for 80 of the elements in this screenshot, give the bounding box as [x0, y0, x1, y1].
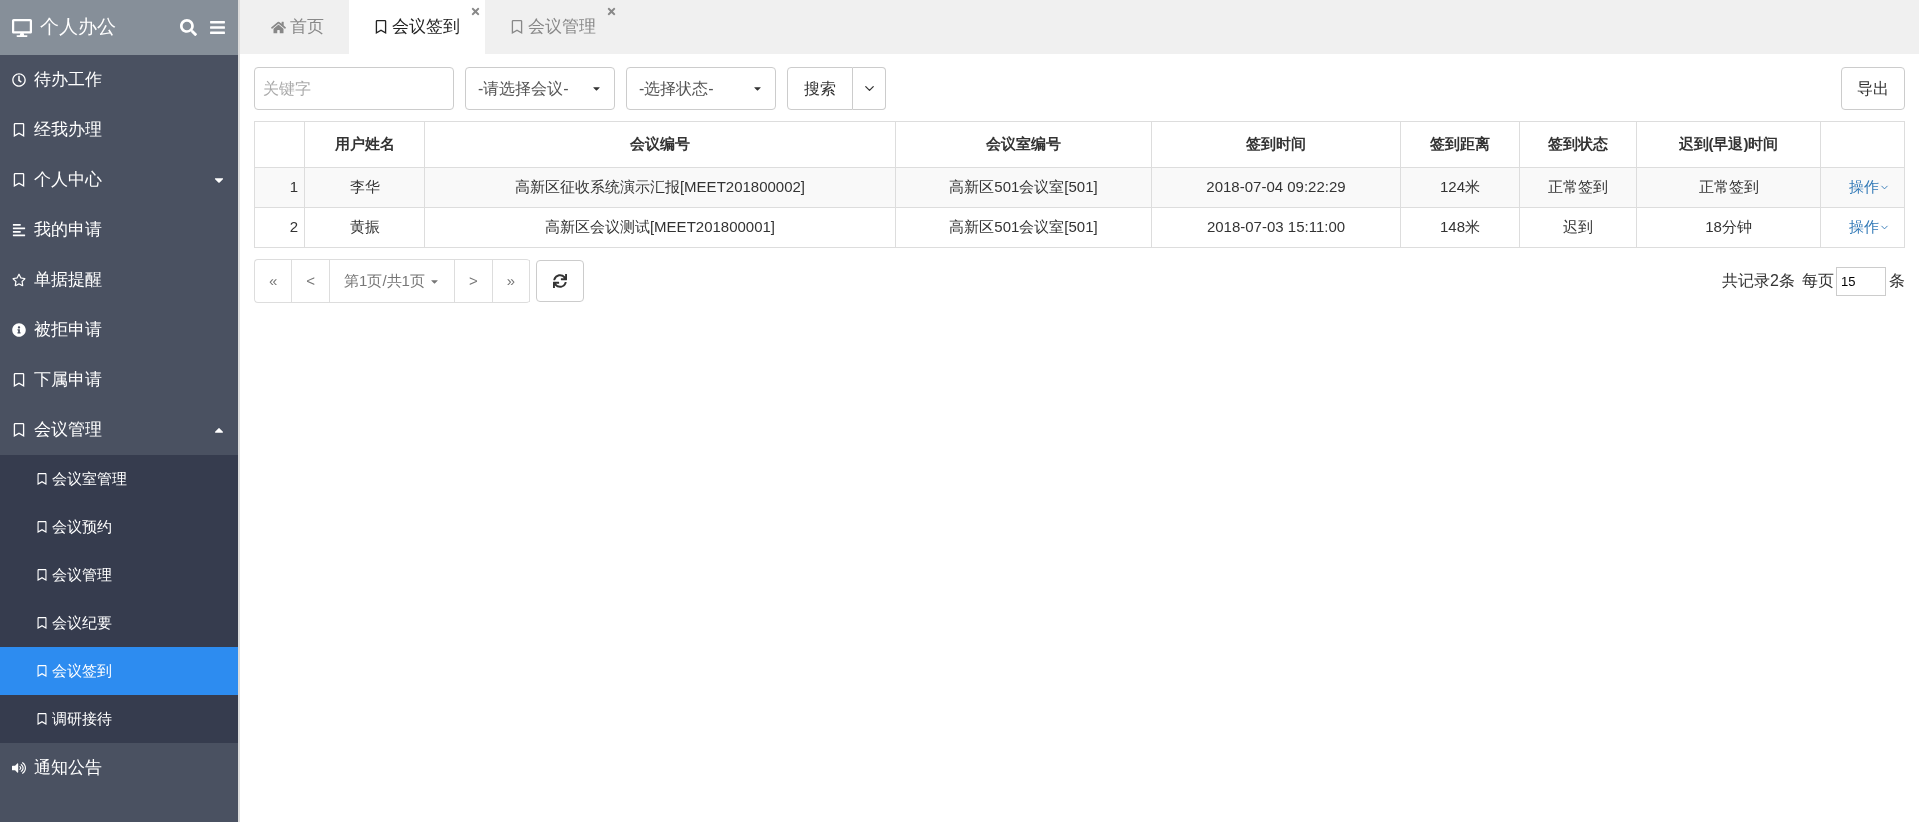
bookmark-icon [36, 665, 48, 677]
select-field[interactable]: -选择状态- [626, 67, 776, 110]
header-cell: 签到时间 [1151, 121, 1401, 168]
header-cell: 签到状态 [1519, 121, 1637, 168]
nav-item[interactable]: 下属申请 [0, 355, 238, 405]
header-cell [254, 121, 305, 168]
row-number: 1 [254, 167, 305, 208]
clock-icon [12, 73, 26, 87]
info-icon [12, 323, 26, 337]
home-icon [271, 19, 286, 35]
row-number: 2 [254, 207, 305, 248]
bookmark-icon [12, 173, 26, 187]
nav-item[interactable]: 单据提醒 [0, 255, 238, 305]
bookmark-icon [12, 423, 26, 437]
keyword-field[interactable]: 关键字 [254, 67, 454, 110]
table-cell: 2018-07-03 15:11:00 [1151, 207, 1401, 248]
bookmark-icon [12, 373, 26, 387]
nav-subitem[interactable]: 调研接待 [0, 695, 238, 743]
table-cell: 高新区会议测试[MEET201800001] [424, 207, 896, 248]
table-cell: 高新区征收系统演示汇报[MEET201800002] [424, 167, 896, 208]
record-count: 共记录2条 [1722, 271, 1795, 291]
nav-item[interactable]: 会议管理 [0, 405, 238, 455]
per-page-field[interactable]: 15 [1836, 266, 1886, 296]
header-cell: 会议编号 [424, 121, 896, 168]
search-button[interactable]: 搜索 [787, 67, 853, 110]
nav-item[interactable]: 经我办理 [0, 105, 238, 155]
nav-subitem[interactable]: 会议纪要 [0, 599, 238, 647]
tab[interactable]: 会议签到 [349, 0, 485, 54]
refresh-icon [553, 274, 568, 288]
nav-item[interactable]: 待办工作 [0, 55, 238, 105]
table-cell: 高新区501会议室[501] [895, 207, 1152, 248]
table-cell: 148米 [1400, 207, 1520, 248]
table-cell: 黄振 [304, 207, 425, 248]
bookmark-icon [36, 569, 48, 581]
refresh-button[interactable] [536, 260, 585, 302]
table-cell: 2018-07-04 09:22:29 [1151, 167, 1401, 208]
bookmark-icon [36, 713, 48, 725]
nav-item[interactable]: 通知公告 [0, 743, 238, 793]
unit-label: 条 [1889, 271, 1905, 291]
next-page-button[interactable]: > [454, 260, 493, 302]
app-title: 个人办公 [40, 15, 116, 40]
first-page-button[interactable]: « [255, 260, 293, 302]
table-cell: 李华 [304, 167, 425, 208]
close-icon[interactable] [470, 6, 481, 17]
export-button[interactable]: 导出 [1841, 67, 1905, 110]
header-cell: 会议室编号 [895, 121, 1152, 168]
per-page-label: 每页 [1802, 271, 1834, 291]
table-cell: 124米 [1400, 167, 1520, 208]
header-cell: 签到距离 [1400, 121, 1520, 168]
last-page-button[interactable]: » [492, 260, 531, 302]
table-cell: 高新区501会议室[501] [895, 167, 1152, 208]
search-icon[interactable] [180, 19, 197, 36]
nav-subitem[interactable]: 会议管理 [0, 551, 238, 599]
bookmark-icon [374, 20, 388, 34]
menu-icon[interactable] [209, 19, 226, 36]
table-cell: 正常签到 [1636, 167, 1821, 208]
nav-item[interactable]: 被拒申请 [0, 305, 238, 355]
bookmark-icon [510, 20, 524, 34]
page-select[interactable]: 第1页/共1页 [330, 260, 455, 302]
bookmark-icon [36, 473, 48, 485]
select-field[interactable]: -请选择会议- [465, 67, 615, 110]
monitor-icon [12, 17, 32, 38]
list-icon [12, 223, 26, 237]
chevron-down-icon [1879, 182, 1890, 193]
table-cell: 18分钟 [1636, 207, 1821, 248]
speaker-icon [12, 761, 26, 775]
table-cell: 迟到 [1519, 207, 1637, 248]
nav-subitem[interactable]: 会议预约 [0, 503, 238, 551]
close-icon[interactable] [606, 6, 617, 17]
table-cell: 正常签到 [1519, 167, 1637, 208]
nav-item[interactable]: 个人中心 [0, 155, 238, 205]
nav-item[interactable]: 我的申请 [0, 205, 238, 255]
bookmark-icon [12, 123, 26, 137]
star-icon [12, 273, 26, 287]
prev-page-button[interactable]: < [292, 260, 331, 302]
header-cell: 迟到(早退)时间 [1636, 121, 1821, 168]
bookmark-icon [36, 617, 48, 629]
header-cell: 用户姓名 [304, 121, 425, 168]
bookmark-icon [36, 521, 48, 533]
nav-subitem[interactable]: 会议室管理 [0, 455, 238, 503]
